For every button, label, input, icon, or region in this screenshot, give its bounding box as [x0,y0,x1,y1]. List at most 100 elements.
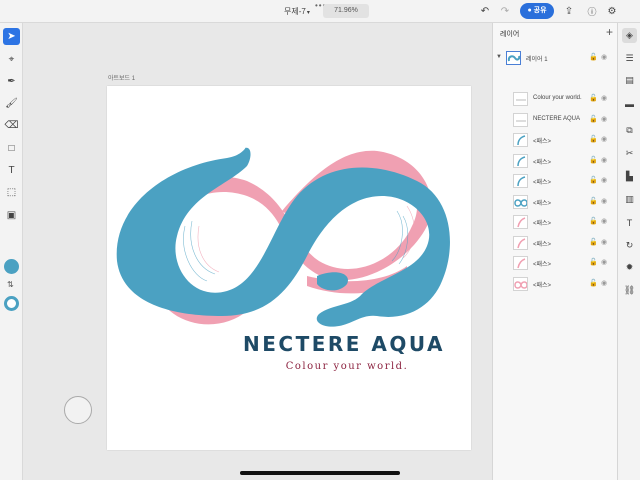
settings-icon[interactable]: ⚙ [605,4,619,18]
eye-icon[interactable]: ◉ [601,135,607,143]
person-icon: ● [527,7,532,14]
lock-icon[interactable]: 🔓 [589,238,598,246]
lock-icon[interactable]: 🔓 [589,197,598,205]
layer-group[interactable]: ▼ 레이어 1 🔓 ◉ [493,48,618,68]
eye-icon[interactable]: ◉ [601,238,607,246]
layer-name: 레이어 1 [526,57,548,63]
layer-name: Colour your world. [533,95,582,101]
pen-tool-icon[interactable]: ✒ [3,73,20,90]
home-indicator [240,471,400,475]
eye-icon[interactable]: ◉ [601,94,607,102]
layers-icon[interactable]: ◈ [622,28,637,43]
align-icon[interactable]: ▙ [622,169,637,184]
layer-row[interactable]: <패스> 🔓 ◉ [493,192,618,212]
eye-icon[interactable]: ◉ [601,115,607,123]
layer-row[interactable]: <패스> 🔓 ◉ [493,212,618,232]
distribute-icon[interactable]: ▥ [622,192,637,207]
layer-row[interactable]: Colour your world. 🔓 ◉ [493,89,618,109]
eye-icon[interactable]: ◉ [601,176,607,184]
touch-shortcut-button[interactable] [64,396,92,424]
eye-icon[interactable]: ◉ [601,258,607,266]
layer-name: <패스> [533,282,552,289]
stroke-color-swatch[interactable] [4,296,19,311]
top-bar: ••• 무제-7▾ 71.96% ↶ ↷ ● 공유 ⇪ ⓘ ⚙ [0,0,640,23]
type-icon[interactable]: T [622,215,637,230]
eye-icon[interactable]: ◉ [601,279,607,287]
lock-icon[interactable]: 🔓 [589,135,598,143]
layer-name: <패스> [533,180,552,186]
blue-swoosh [116,147,450,327]
layer-row[interactable]: NECTERE AQUA 🔓 ◉ [493,110,618,130]
scissors-icon[interactable]: ✂ [622,146,637,161]
swap-colors-icon[interactable]: ⇅ [7,280,14,289]
layer-thumbnail [513,174,528,188]
export-icon[interactable]: ⇪ [562,4,576,18]
layer-thumbnail [506,51,521,65]
artboard-label: 아트보드 1 [108,76,136,82]
properties-icon[interactable]: ☰ [622,51,637,66]
layer-thumbnail [513,256,528,270]
share-button[interactable]: ● 공유 [520,3,554,19]
right-icon-strip: ◈ ☰ ▤ ▬ ⧉ ✂ ▙ ▥ T ↻ ✹ ⛓ [617,23,640,480]
link-icon[interactable]: ⛓ [622,283,637,298]
lock-icon[interactable]: 🔓 [589,176,598,184]
artboard[interactable]: NECTERE AQUA Colour your world. [107,86,471,450]
comments-icon[interactable]: ▬ [622,96,637,111]
fill-color-swatch[interactable] [4,259,19,274]
eye-icon[interactable]: ◉ [601,217,607,225]
rectangle-tool-icon[interactable]: □ [3,140,20,157]
pathfinder-icon[interactable]: ⧉ [622,123,637,138]
expand-arrow-icon[interactable]: ▼ [496,54,502,60]
image-tool-icon[interactable]: ▣ [3,207,20,224]
layer-thumbnail [513,215,528,229]
libraries-icon[interactable]: ▤ [622,73,637,88]
shape-tool-icon[interactable]: ⬚ [3,184,20,201]
select-tool-icon[interactable]: ➤ [3,28,20,45]
brand-tagline: Colour your world. [285,361,409,372]
lock-icon[interactable]: 🔓 [589,217,598,225]
layer-name: <패스> [533,139,552,145]
document-title[interactable]: 무제-7▾ [284,6,310,17]
help-icon[interactable]: ⓘ [585,4,599,18]
layer-thumbnail [513,194,528,209]
layer-thumbnail [513,92,528,106]
eraser-tool-icon[interactable]: ⌫ [3,117,20,134]
left-toolbar: ➤ ⌖ ✒ 🖌 ⌫ □ T ⬚ ▣ ⇅ [0,23,23,480]
redo-icon[interactable]: ↷ [498,4,512,18]
layer-row[interactable]: <패스> 🔓 ◉ [493,130,618,150]
brand-name: NECTERE AQUA [243,332,445,356]
zoom-level[interactable]: 71.96% [323,4,369,18]
layer-name: NECTERE AQUA [533,115,581,122]
layer-row[interactable]: <패스> 🔓 ◉ [493,171,618,191]
eye-icon[interactable]: ◉ [601,156,607,164]
layer-name: <패스> [533,241,552,248]
logo-artwork[interactable] [107,86,471,450]
layer-row[interactable]: <패스> 🔓 ◉ [493,253,618,273]
eye-icon[interactable]: ◉ [601,53,607,61]
lock-icon[interactable]: 🔓 [589,53,598,61]
layer-thumbnail [513,112,528,127]
layer-row[interactable]: <패스> 🔓 ◉ [493,151,618,171]
brush-tool-icon[interactable]: 🖌 [3,95,20,112]
layers-panel: 레이어 + ▼ 레이어 1 🔓 ◉ Colour your world. 🔓 ◉ NE… [492,23,617,480]
direct-select-tool-icon[interactable]: ⌖ [3,51,20,68]
settings-gear-icon[interactable]: ✹ [622,260,637,275]
layer-name: <패스> [533,159,552,166]
chevron-down-icon: ▾ [306,10,310,16]
layer-thumbnail [513,153,528,168]
layer-name: <패스> [533,200,552,207]
layer-name: <패스> [533,262,552,268]
text-tool-icon[interactable]: T [3,162,20,179]
lock-icon[interactable]: 🔓 [589,279,598,287]
lock-icon[interactable]: 🔓 [589,156,598,164]
add-layer-icon[interactable]: + [606,25,613,39]
eye-icon[interactable]: ◉ [601,197,607,205]
layer-row[interactable]: <패스> 🔓 ◉ [493,233,618,253]
layer-thumbnail [513,235,528,250]
transform-icon[interactable]: ↻ [622,238,637,253]
undo-icon[interactable]: ↶ [478,4,492,18]
lock-icon[interactable]: 🔓 [589,115,598,123]
lock-icon[interactable]: 🔓 [589,94,598,102]
lock-icon[interactable]: 🔓 [589,258,598,266]
layer-row[interactable]: <패스> 🔓 ◉ [493,274,618,294]
